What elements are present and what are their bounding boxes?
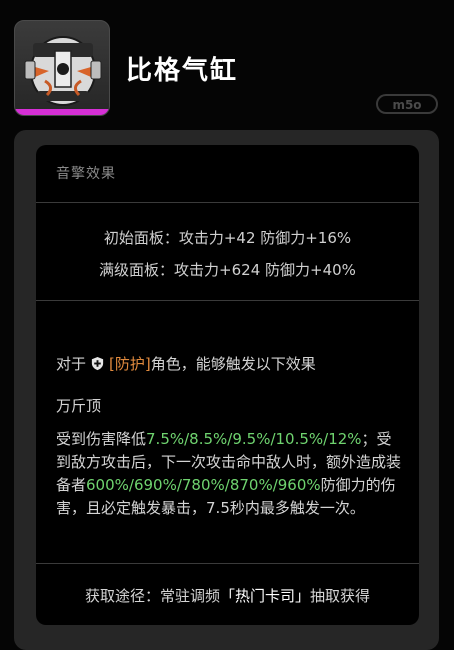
- divider: [36, 202, 419, 203]
- section-title: 音擎效果: [56, 166, 116, 182]
- effect-values-1: 7.5%/8.5%/9.5%/10.5%/12%: [146, 430, 362, 448]
- item-icon[interactable]: [14, 20, 110, 116]
- divider: [36, 300, 419, 301]
- base-stats: 初始面板：攻击力+42 防御力+16%: [103, 229, 352, 247]
- condition-line: 对于 [防护]角色，能够触发以下效果: [56, 353, 401, 376]
- effect-description: 受到伤害降低7.5%/8.5%/9.5%/10.5%/12%；受到敌方攻击后，下…: [56, 428, 401, 520]
- source-suffix: 抽取获得: [310, 587, 371, 605]
- effect-panel: 音擎效果 初始面板：攻击力+42 防御力+16% 满级面板：攻击力+624 防御…: [36, 145, 419, 625]
- source-prefix: 获取途径：常驻调频: [84, 587, 220, 605]
- gas-cylinder-icon: [24, 36, 102, 106]
- watermark-logo: m5o: [376, 94, 438, 114]
- condition-suffix: 角色，能够触发以下效果: [150, 355, 316, 373]
- divider: [36, 563, 419, 564]
- effect-text-1: 受到伤害降低: [56, 430, 147, 448]
- item-header: 比格气缸 m5o: [0, 0, 454, 130]
- rarity-bar: [15, 109, 109, 115]
- condition-prefix: 对于: [56, 355, 87, 373]
- svg-text:m5o: m5o: [392, 98, 421, 112]
- defense-shield-icon: [91, 356, 104, 371]
- source-highlight: 「热门卡司」: [219, 587, 310, 605]
- max-stats: 满级面板：攻击力+624 防御力+40%: [99, 261, 356, 279]
- item-title: 比格气缸: [126, 56, 239, 86]
- effect-values-2: 600%/690%/780%/870%/960%: [86, 476, 321, 494]
- role-tag: [防护]: [109, 355, 151, 373]
- effect-name: 万斤顶: [56, 397, 102, 415]
- acquisition-source: 获取途径：常驻调频「热门卡司」抽取获得: [36, 585, 419, 606]
